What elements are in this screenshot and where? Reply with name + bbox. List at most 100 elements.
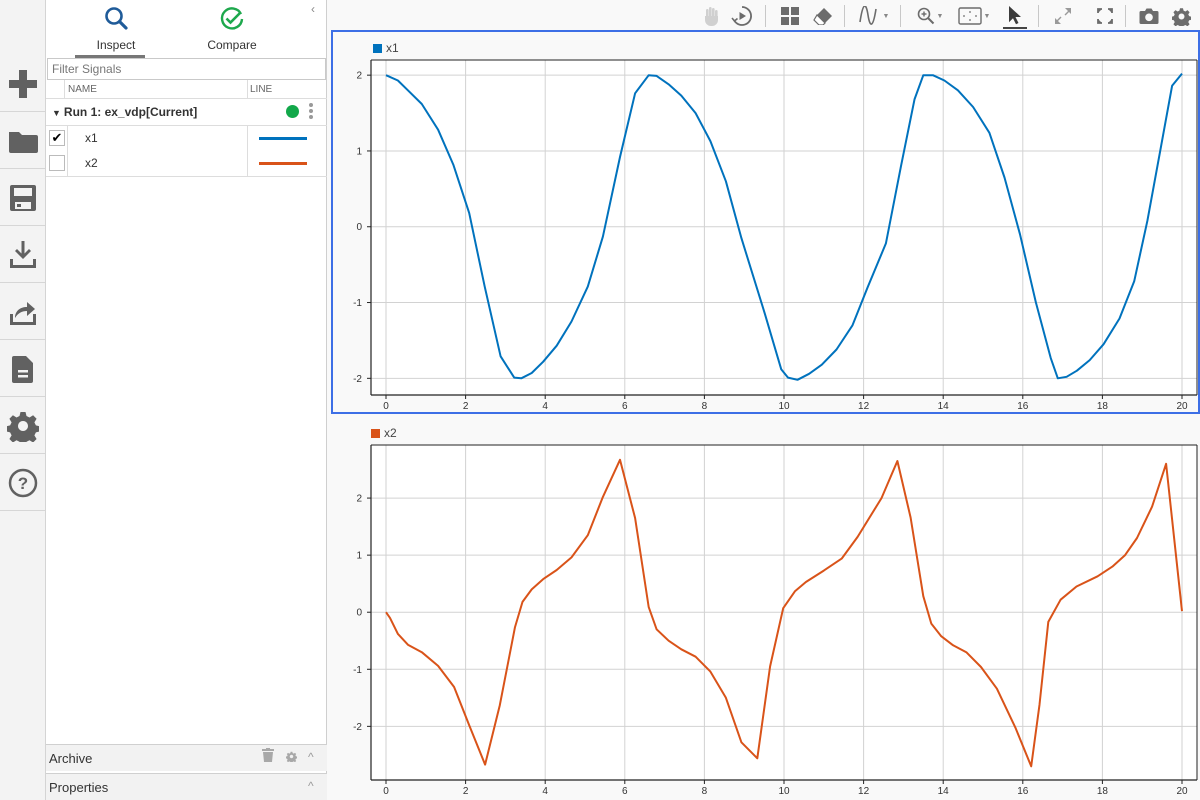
svg-text:?: ? [17, 474, 27, 493]
search-icon [105, 7, 128, 30]
folder-icon [8, 131, 38, 153]
zoom-button[interactable]: ▼ [911, 5, 949, 27]
x-tick-label: 0 [383, 786, 389, 797]
tab-compare[interactable]: Compare [162, 0, 302, 58]
chevron-up-icon[interactable]: ^ [308, 750, 314, 764]
cursor-button[interactable] [1003, 3, 1027, 29]
visualization-settings-button[interactable] [1169, 5, 1193, 27]
replay-icon [731, 6, 752, 26]
fullscreen-button[interactable] [1094, 5, 1116, 27]
properties-label: Properties [49, 780, 109, 795]
y-tick-label: -1 [353, 298, 362, 309]
plot-x2-canvas[interactable]: 0 2 4 6 8 10 12 14 16 18 20-2-1012 [331, 418, 1200, 800]
x-tick-label: 16 [1017, 401, 1029, 412]
signal-name: x2 [85, 156, 98, 170]
run-row[interactable]: ▼ Run 1: ex_vdp[Current] [46, 99, 327, 126]
run-options-menu-icon[interactable] [309, 103, 313, 121]
pan-button[interactable] [700, 5, 722, 27]
x-tick-label: 6 [622, 786, 628, 797]
save-button[interactable] [0, 170, 45, 226]
share-icon [9, 301, 36, 325]
x-tick-label: 2 [463, 401, 469, 412]
collapse-panel-button[interactable]: ‹ [311, 2, 323, 16]
table-header: NAME LINE [46, 80, 327, 99]
column-header-line[interactable]: LINE [250, 84, 272, 95]
sine-wave-icon [858, 6, 877, 25]
signal-checkbox-x2[interactable] [49, 155, 65, 171]
signal-name: x1 [85, 131, 98, 145]
zoom-in-icon [917, 7, 934, 25]
y-tick-label: -2 [353, 722, 362, 733]
hand-icon [705, 7, 718, 26]
x-tick-label: 8 [702, 786, 708, 797]
camera-icon [1139, 8, 1159, 24]
simulation-data-inspector: ? Inspect Compare ‹ NAME LINE ▼Run 1: ex… [0, 0, 1200, 800]
snapshot-button[interactable] [1137, 5, 1161, 27]
caret-down-icon[interactable]: ▼ [52, 108, 61, 118]
new-session-button[interactable] [0, 56, 45, 112]
cursor-arrow-icon [1009, 6, 1021, 25]
signal-visualization-button[interactable]: ▼ [855, 5, 893, 27]
run-name: Run 1: ex_vdp[Current] [63, 105, 198, 119]
run-label[interactable]: ▼ Run 1: ex_vdp[Current] [52, 105, 197, 119]
fit-to-view-button[interactable]: ▼ [953, 5, 995, 27]
signal-row-x2[interactable]: x2 [46, 151, 327, 176]
plot-x1[interactable]: x1 0 2 4 6 8 10 12 14 16 18 20 -2 -1 0 1 2 [331, 30, 1200, 414]
x-tick-label: 18 [1097, 401, 1109, 412]
column-header-name[interactable]: NAME [68, 84, 97, 95]
fit-view-icon [957, 7, 982, 25]
y-tick-label: 2 [356, 494, 362, 505]
x-tick-label: 6 [622, 401, 628, 412]
x-tick-label: 10 [778, 401, 790, 412]
x-tick-label: 20 [1176, 401, 1188, 412]
signal-row-x1[interactable]: ✔ x1 [46, 126, 327, 151]
plot-x2[interactable]: x2 0 2 4 6 8 10 12 14 16 18 20 -2 -1 0 1 2 [331, 418, 1200, 800]
y-tick-label: -2 [353, 374, 362, 385]
trash-icon[interactable] [262, 748, 274, 765]
chevron-up-icon[interactable]: ^ [308, 779, 314, 793]
archive-section-header[interactable]: Archive ^ [46, 744, 327, 771]
x-tick-label: 4 [542, 401, 548, 412]
replay-button[interactable] [730, 5, 754, 27]
export-button[interactable] [0, 284, 45, 340]
plot-x1-canvas[interactable]: 0 2 4 6 8 10 12 14 16 18 20-2-1012 [333, 32, 1198, 412]
signals-table: NAME LINE ▼ Run 1: ex_vdp[Current] ✔ x1 x… [46, 80, 327, 177]
download-icon [9, 240, 36, 268]
layout-button[interactable] [779, 5, 801, 27]
x-tick-label: 2 [463, 786, 469, 797]
report-button[interactable] [0, 341, 45, 397]
chevron-left-icon: ‹ [311, 2, 315, 16]
expand-icon [1055, 8, 1071, 24]
gear-icon [1171, 7, 1191, 26]
filter-signals-input[interactable] [47, 58, 326, 80]
x-tick-label: 14 [938, 786, 950, 797]
help-icon: ? [8, 468, 37, 497]
open-button[interactable] [0, 113, 45, 169]
x-tick-label: 16 [1017, 786, 1029, 797]
tab-compare-label: Compare [207, 38, 257, 52]
x-tick-label: 20 [1176, 786, 1188, 797]
line-style-swatch[interactable] [259, 162, 307, 165]
x-tick-label: 0 [383, 401, 389, 412]
document-icon [11, 355, 33, 383]
dropdown-arrow-icon: ▼ [936, 12, 944, 20]
save-icon [9, 184, 36, 211]
x-tick-label: 18 [1097, 786, 1109, 797]
clear-plots-button[interactable] [812, 5, 834, 27]
help-button[interactable]: ? [0, 455, 45, 511]
properties-section-header[interactable]: Properties ^ [46, 773, 327, 800]
import-button[interactable] [0, 227, 45, 283]
check-circle-icon [220, 7, 244, 30]
gear-icon [6, 411, 39, 442]
preferences-button[interactable] [0, 398, 45, 454]
expand-button[interactable] [1052, 5, 1074, 27]
signal-checkbox-x1[interactable]: ✔ [49, 130, 65, 146]
y-tick-label: 1 [356, 551, 362, 562]
archive-settings-icon[interactable] [285, 751, 298, 765]
archive-label: Archive [49, 751, 93, 766]
y-tick-label: 0 [356, 222, 362, 233]
y-tick-label: 0 [356, 608, 362, 619]
x-tick-label: 8 [702, 401, 708, 412]
y-tick-label: 1 [356, 146, 362, 157]
line-style-swatch[interactable] [259, 137, 307, 140]
